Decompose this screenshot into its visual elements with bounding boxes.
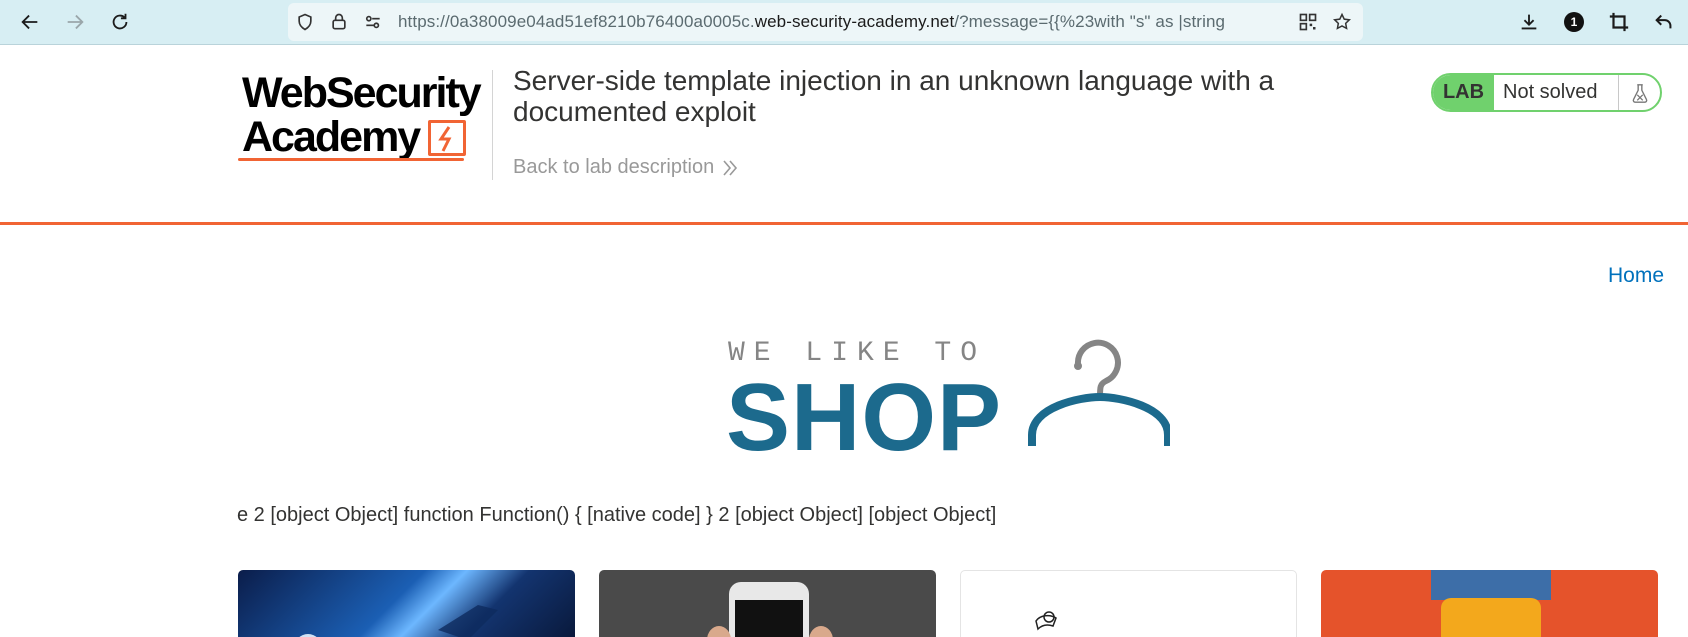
shop-logo: WE LIKE TO SHOP xyxy=(726,338,1170,466)
back-link-label: Back to lab description xyxy=(513,156,715,178)
address-bar[interactable]: https://0a38009e04ad51ef8210b76400a0005c… xyxy=(288,3,1363,41)
product-image[interactable] xyxy=(1321,570,1658,637)
lab-label: LAB xyxy=(1433,75,1494,110)
header-accent-bar xyxy=(0,222,1688,225)
forward-arrow-icon[interactable] xyxy=(59,6,91,38)
lab-title: Server-side template injection in an unk… xyxy=(513,65,1275,127)
back-to-lab-description-link[interactable]: Back to lab description xyxy=(513,156,738,179)
url-path: /?message={{%23with "s" as |string xyxy=(954,12,1226,31)
product-image[interactable] xyxy=(960,570,1297,637)
lightning-bolt-icon xyxy=(428,120,466,156)
product-image[interactable] xyxy=(238,570,575,637)
double-chevron-right-icon xyxy=(723,159,738,176)
product-image[interactable] xyxy=(599,570,936,637)
template-output-message: e 2 [object Object] function Function() … xyxy=(237,504,997,526)
url-text[interactable]: https://0a38009e04ad51ef8210b76400a0005c… xyxy=(398,12,1288,34)
lock-icon[interactable] xyxy=(328,11,350,33)
web-security-academy-logo[interactable]: WebSecurity Academy xyxy=(238,68,492,164)
undo-icon[interactable] xyxy=(1648,6,1680,38)
home-link[interactable]: Home xyxy=(1608,264,1664,288)
crop-icon[interactable] xyxy=(1603,6,1635,38)
extension-icon[interactable]: 1 xyxy=(1558,6,1590,38)
qr-code-icon[interactable] xyxy=(1297,11,1319,33)
extension-badge: 1 xyxy=(1564,12,1584,32)
url-host: web-security-academy.net xyxy=(754,12,955,31)
logo-text-line1: WebSecurity xyxy=(242,69,482,117)
shield-icon[interactable] xyxy=(294,11,316,33)
browser-toolbar: https://0a38009e04ad51ef8210b76400a0005c… xyxy=(0,0,1688,45)
reload-icon[interactable] xyxy=(104,6,136,38)
logo-text-line2: Academy xyxy=(242,113,421,161)
flask-icon xyxy=(1618,75,1660,110)
url-prefix: https://0a38009e04ad51ef8210b76400a0005c… xyxy=(398,12,755,31)
lab-status-widget: LAB Not solved xyxy=(1431,73,1662,112)
back-arrow-icon[interactable] xyxy=(14,6,46,38)
logo-underline xyxy=(238,158,464,161)
bookmark-star-icon[interactable] xyxy=(1331,11,1353,33)
permissions-icon[interactable] xyxy=(362,11,384,33)
header-divider xyxy=(492,70,493,180)
shop-brand: SHOP xyxy=(726,364,1003,471)
lab-status-text: Not solved xyxy=(1503,81,1598,103)
hanger-icon xyxy=(1028,339,1170,446)
download-icon[interactable] xyxy=(1513,6,1545,38)
